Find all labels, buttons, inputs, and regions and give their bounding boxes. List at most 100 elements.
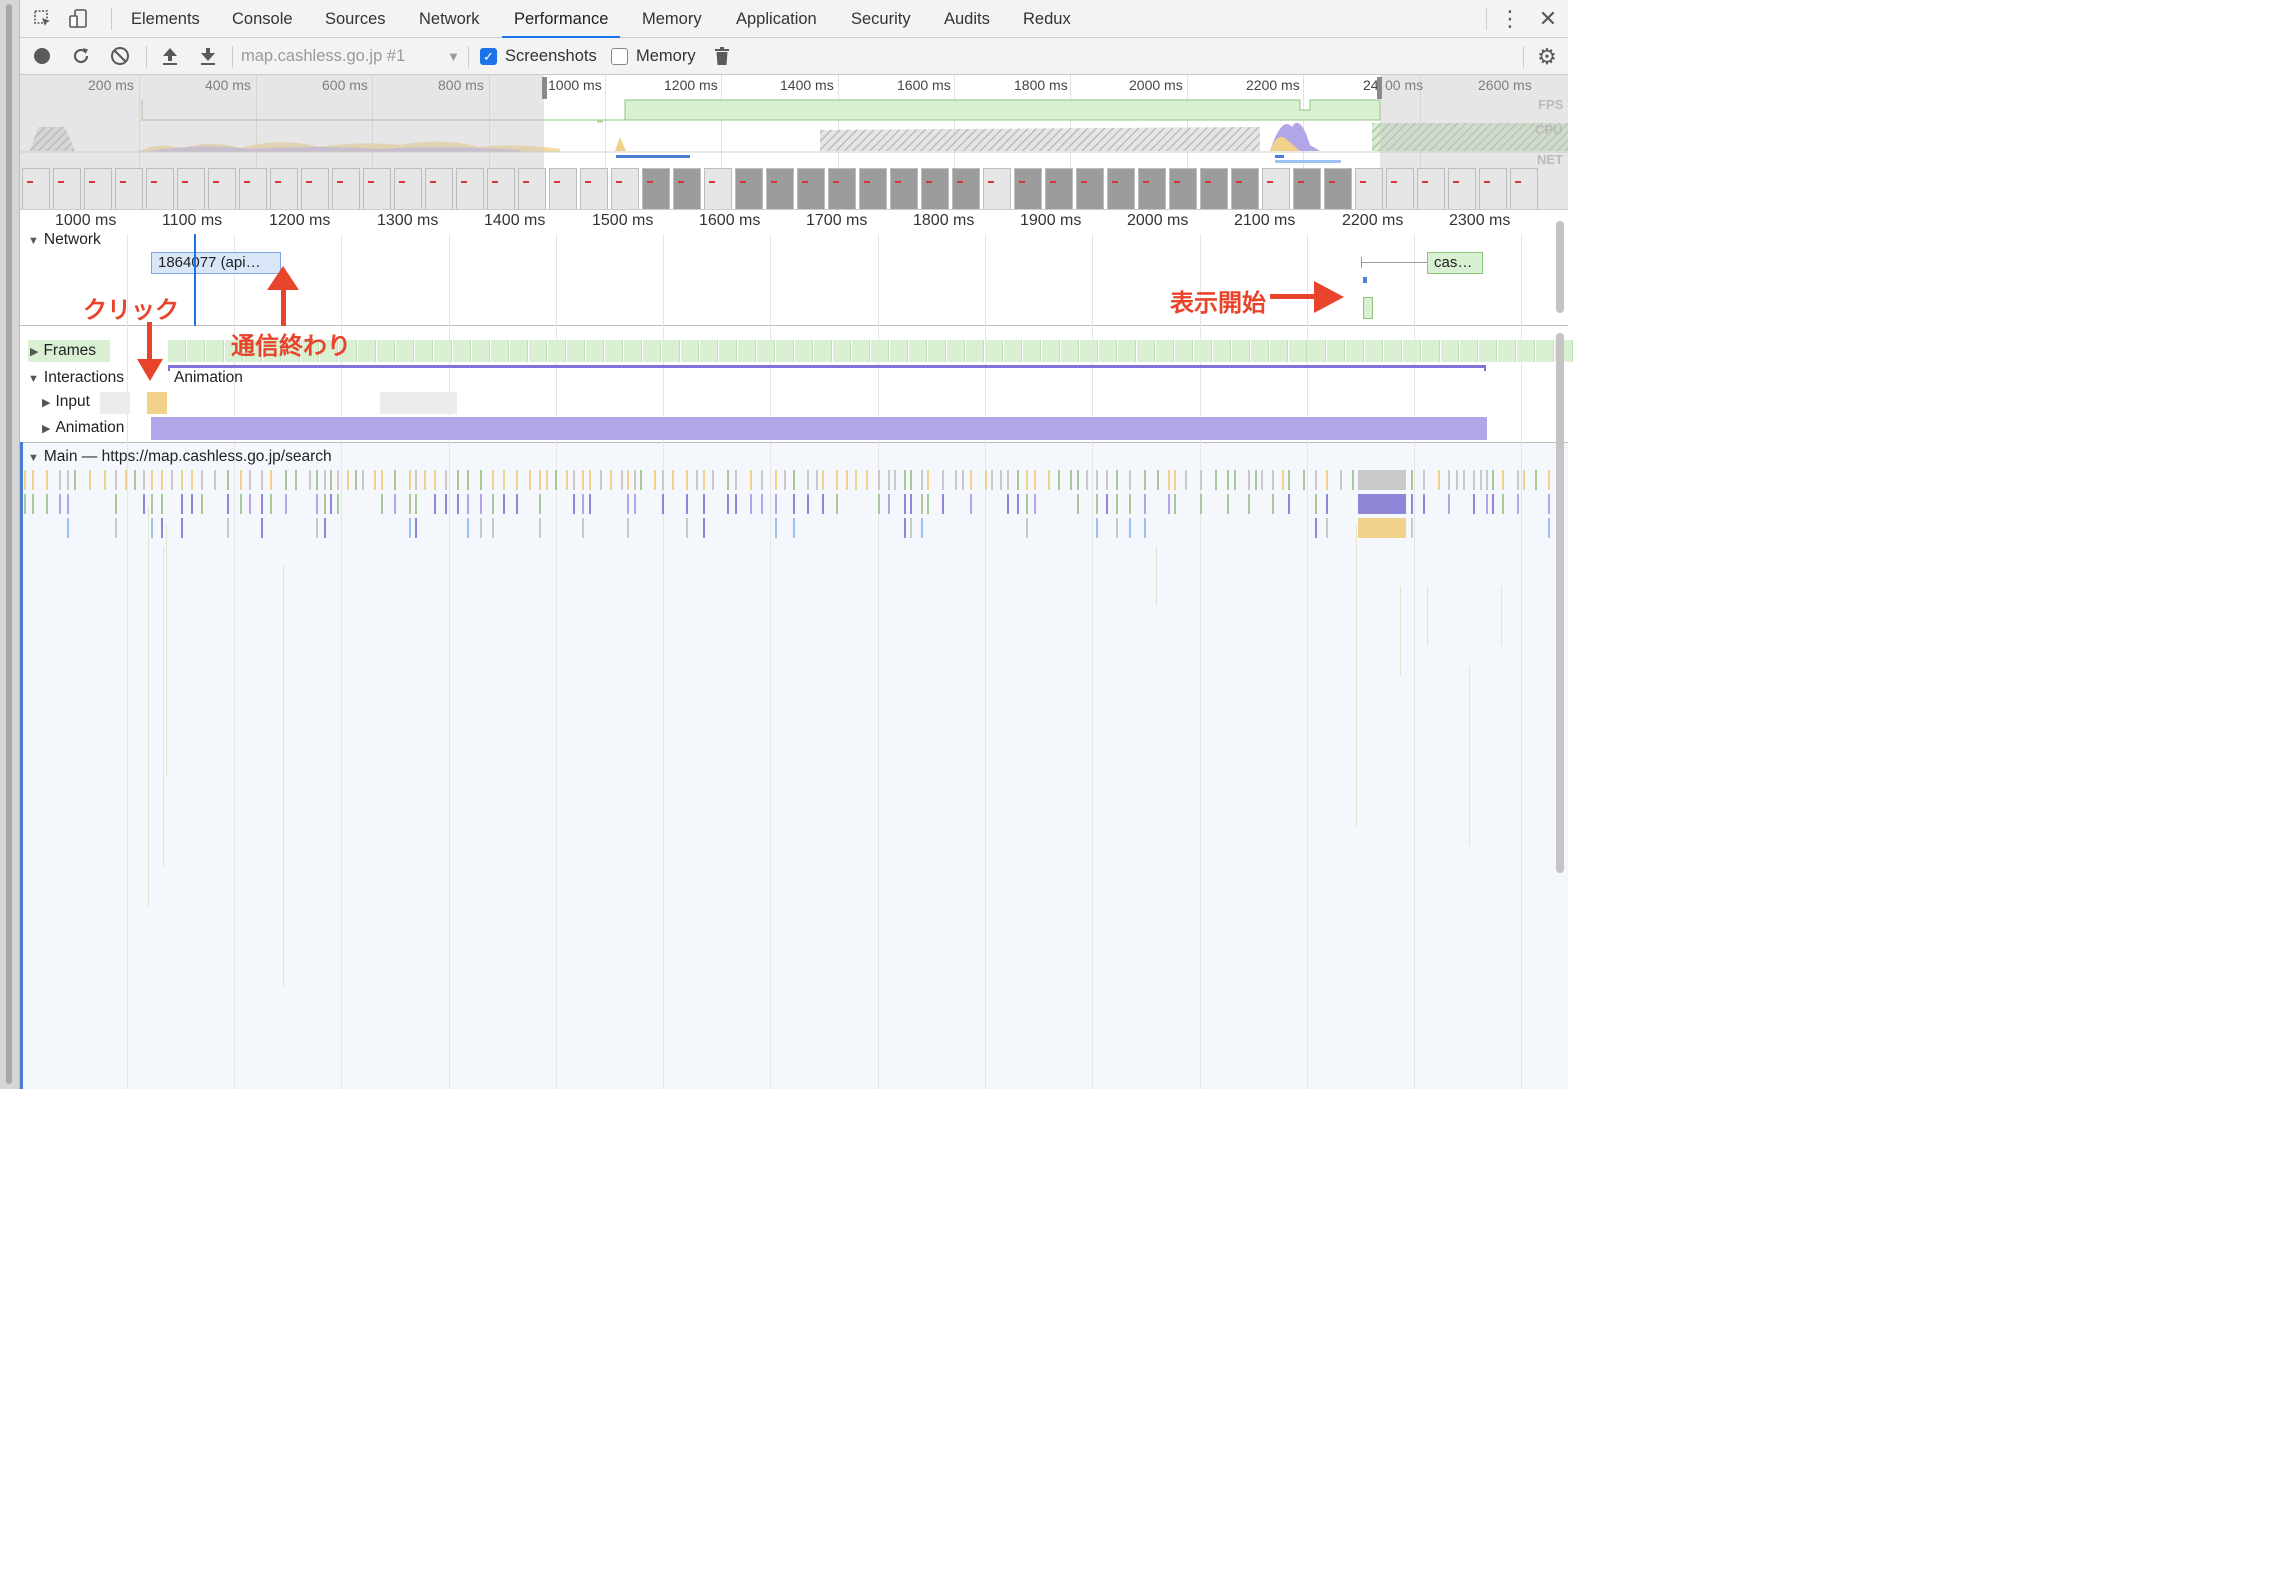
flame-event[interactable] <box>1480 470 1482 490</box>
screenshot-thumbnail[interactable] <box>1200 168 1228 209</box>
flame-event[interactable] <box>1026 518 1028 538</box>
flame-event[interactable] <box>32 470 34 490</box>
flame-event[interactable] <box>1517 470 1519 490</box>
flame-event[interactable] <box>434 470 436 490</box>
flame-event[interactable] <box>1448 494 1450 514</box>
frame-cell[interactable] <box>624 340 642 362</box>
more-options-icon[interactable]: ⋮ <box>1498 0 1522 38</box>
flame-event[interactable] <box>1261 470 1263 490</box>
flame-event[interactable] <box>1077 470 1079 490</box>
gear-icon[interactable]: ⚙ <box>1534 38 1560 75</box>
flame-event[interactable] <box>1234 470 1236 490</box>
frame-cell[interactable] <box>985 340 1003 362</box>
flame-event[interactable] <box>1096 494 1098 514</box>
flame-event[interactable] <box>894 470 896 490</box>
flame-event[interactable] <box>1106 494 1108 514</box>
frame-cell[interactable] <box>757 340 775 362</box>
flame-event[interactable] <box>467 518 469 538</box>
screenshot-thumbnail[interactable] <box>1510 168 1538 209</box>
flame-event[interactable] <box>74 470 76 490</box>
input-track-header[interactable]: ▶ Input <box>42 393 90 411</box>
flame-event[interactable] <box>955 470 957 490</box>
tab-security[interactable]: Security <box>851 0 911 38</box>
screenshot-thumbnail[interactable] <box>797 168 825 209</box>
frame-cell[interactable] <box>871 340 889 362</box>
flame-event[interactable] <box>1007 494 1009 514</box>
main-thread-flame[interactable] <box>20 466 1568 1089</box>
frame-cell[interactable] <box>662 340 680 362</box>
flame-event[interactable] <box>703 494 705 514</box>
frame-cell[interactable] <box>643 340 661 362</box>
flame-event[interactable] <box>910 470 912 490</box>
screenshot-thumbnail[interactable] <box>1324 168 1352 209</box>
flame-event[interactable] <box>775 470 777 490</box>
screenshot-thumbnail[interactable] <box>704 168 732 209</box>
flame-event[interactable] <box>1303 470 1305 490</box>
flame-event[interactable] <box>1448 470 1450 490</box>
flame-event[interactable] <box>627 470 629 490</box>
screenshot-thumbnail[interactable] <box>766 168 794 209</box>
flame-event[interactable] <box>1248 494 1250 514</box>
flame-chart-area[interactable]: ▶ Frames ▼ Interactions Animation ▶ Input ▶… <box>20 266 1573 1089</box>
screenshot-thumbnail[interactable] <box>611 168 639 209</box>
flame-event[interactable] <box>347 470 349 490</box>
interactions-track-header[interactable]: ▼ Interactions <box>28 369 124 387</box>
flame-event[interactable] <box>836 494 838 514</box>
flame-event[interactable] <box>409 518 411 538</box>
frame-cell[interactable] <box>814 340 832 362</box>
flame-event[interactable] <box>888 494 890 514</box>
flame-event[interactable] <box>1174 470 1176 490</box>
flame-event[interactable] <box>295 470 297 490</box>
flame-event[interactable] <box>104 470 106 490</box>
flame-event[interactable] <box>115 518 117 538</box>
flame-event[interactable] <box>1168 470 1170 490</box>
flame-event[interactable] <box>240 470 242 490</box>
screenshot-thumbnail[interactable] <box>983 168 1011 209</box>
screenshot-thumbnail[interactable] <box>642 168 670 209</box>
flame-event[interactable] <box>1215 470 1217 490</box>
flame-event[interactable] <box>316 518 318 538</box>
frame-cell[interactable] <box>586 340 604 362</box>
flame-event[interactable] <box>1438 470 1440 490</box>
network-scrollbar[interactable] <box>1556 221 1564 313</box>
flame-event[interactable] <box>249 494 251 514</box>
flame-event[interactable] <box>285 470 287 490</box>
flame-event[interactable] <box>750 494 752 514</box>
flame-event[interactable] <box>330 494 332 514</box>
screenshot-thumbnail[interactable] <box>1231 168 1259 209</box>
flame-event[interactable] <box>285 494 287 514</box>
flame-event[interactable] <box>1144 470 1146 490</box>
tab-audits[interactable]: Audits <box>944 0 990 38</box>
flame-event[interactable] <box>415 518 417 538</box>
frame-cell[interactable] <box>1251 340 1269 362</box>
flame-event[interactable] <box>539 518 541 538</box>
flame-event[interactable] <box>191 494 193 514</box>
tab-network[interactable]: Network <box>419 0 480 38</box>
frame-cell[interactable] <box>1460 340 1478 362</box>
frame-cell[interactable] <box>890 340 908 362</box>
screenshot-thumbnail[interactable] <box>1138 168 1166 209</box>
flame-event[interactable] <box>1423 494 1425 514</box>
flame-event[interactable] <box>1096 518 1098 538</box>
screenshot-thumbnail[interactable] <box>115 168 143 209</box>
flame-event[interactable] <box>1492 494 1494 514</box>
flame-event[interactable] <box>191 470 193 490</box>
flame-event[interactable] <box>910 518 912 538</box>
frame-cell[interactable] <box>567 340 585 362</box>
flame-event[interactable] <box>457 494 459 514</box>
flame-event[interactable] <box>24 470 26 490</box>
flame-event[interactable] <box>1168 494 1170 514</box>
flame-event[interactable] <box>330 470 332 490</box>
frame-cell[interactable] <box>1061 340 1079 362</box>
flame-event[interactable] <box>415 494 417 514</box>
screenshot-thumbnail[interactable] <box>487 168 515 209</box>
flame-event[interactable] <box>1272 470 1274 490</box>
screenshot-thumbnail[interactable] <box>921 168 949 209</box>
frame-cell[interactable] <box>358 340 376 362</box>
flame-event[interactable] <box>115 470 117 490</box>
flame-event[interactable] <box>910 494 912 514</box>
frame-cell[interactable] <box>377 340 395 362</box>
flame-event[interactable] <box>573 470 575 490</box>
flame-event[interactable] <box>261 494 263 514</box>
screenshot-thumbnail[interactable] <box>518 168 546 209</box>
